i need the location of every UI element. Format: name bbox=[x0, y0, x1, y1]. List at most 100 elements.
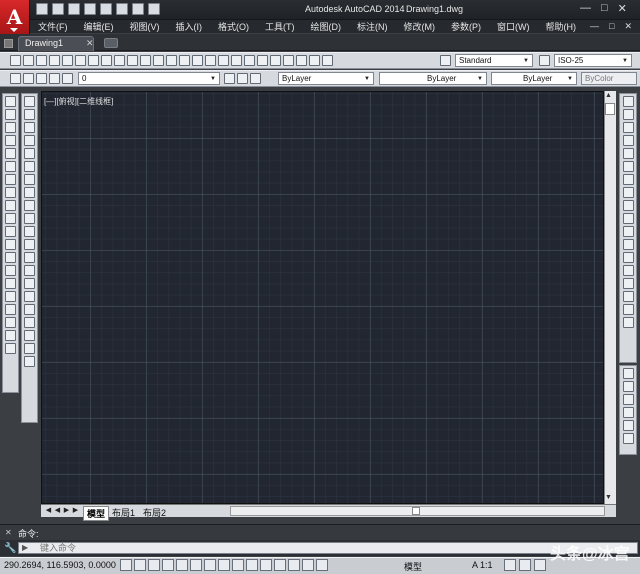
dynamic-input-icon[interactable] bbox=[246, 559, 258, 571]
workspace-gear-icon[interactable] bbox=[519, 559, 531, 571]
erase-icon[interactable] bbox=[622, 96, 634, 107]
array-icon[interactable] bbox=[622, 148, 634, 159]
polyline-icon[interactable] bbox=[5, 122, 16, 133]
menu-tools[interactable]: 工具(T) bbox=[257, 20, 303, 33]
close-icon[interactable]: ✕ bbox=[5, 528, 12, 537]
help-icon[interactable] bbox=[322, 55, 333, 66]
tab-layout1[interactable]: 布局1 bbox=[112, 506, 135, 519]
insert-block-icon[interactable] bbox=[5, 239, 16, 250]
zoom-window-icon[interactable] bbox=[218, 55, 229, 66]
close-button[interactable]: ✕ bbox=[618, 2, 627, 15]
annotation-scale[interactable]: A 1:1 bbox=[472, 560, 493, 570]
tab-model[interactable]: 模型 bbox=[83, 506, 110, 521]
infer-constraints-icon[interactable] bbox=[120, 559, 132, 571]
menu-format[interactable]: 格式(O) bbox=[210, 20, 257, 33]
tab-close-icon[interactable]: ✕ bbox=[86, 38, 94, 49]
snap-mode-icon[interactable] bbox=[134, 559, 146, 571]
scroll-up-icon[interactable]: ▲ bbox=[605, 92, 612, 99]
redo-icon[interactable] bbox=[179, 55, 190, 66]
first-layout-icon[interactable]: ◀ bbox=[44, 506, 53, 515]
plot-preview-icon[interactable] bbox=[62, 55, 73, 66]
redo-icon[interactable] bbox=[132, 3, 144, 15]
circle-icon[interactable] bbox=[5, 174, 16, 185]
menu-help[interactable]: 帮助(H) bbox=[538, 20, 585, 33]
new-file-icon[interactable] bbox=[36, 3, 48, 15]
rotate-icon[interactable] bbox=[622, 174, 634, 185]
explode-icon[interactable] bbox=[622, 317, 634, 328]
selection-cycling-icon[interactable] bbox=[302, 559, 314, 571]
object-snap-tracking-icon[interactable] bbox=[218, 559, 230, 571]
angular-icon[interactable] bbox=[24, 187, 35, 198]
horizontal-scroll-thumb[interactable] bbox=[412, 507, 420, 515]
lineweight-dropdown[interactable]: ByLayer ▼ bbox=[491, 72, 577, 85]
line-icon[interactable] bbox=[5, 96, 16, 107]
menu-edit[interactable]: 编辑(E) bbox=[76, 20, 122, 33]
design-center-icon[interactable] bbox=[257, 55, 268, 66]
zoom-previous-icon[interactable] bbox=[231, 55, 242, 66]
transparency-icon[interactable] bbox=[274, 559, 286, 571]
copy-object-icon[interactable] bbox=[622, 109, 634, 120]
application-menu-button[interactable]: A bbox=[0, 0, 30, 34]
continue-icon[interactable] bbox=[24, 226, 35, 237]
color-dropdown[interactable]: ByLayer ▼ bbox=[278, 72, 374, 85]
ordinate-icon[interactable] bbox=[24, 135, 35, 146]
vertical-scroll-thumb[interactable] bbox=[605, 103, 615, 115]
paste-icon[interactable] bbox=[127, 55, 138, 66]
copy-icon[interactable] bbox=[114, 55, 125, 66]
drawing-canvas[interactable] bbox=[41, 91, 604, 504]
dim-style-dropdown[interactable]: ISO-25 ▼ bbox=[554, 54, 632, 67]
scroll-down-icon[interactable]: ▼ bbox=[605, 494, 612, 501]
arc-icon[interactable] bbox=[5, 161, 16, 172]
mirror-icon[interactable] bbox=[622, 122, 634, 133]
construction-line-icon[interactable] bbox=[5, 109, 16, 120]
center-mark-icon[interactable] bbox=[24, 278, 35, 289]
revision-cloud-icon[interactable] bbox=[5, 187, 16, 198]
layer-dropdown[interactable]: 0 ▼ bbox=[78, 72, 220, 85]
dimension-space-icon[interactable] bbox=[24, 239, 35, 250]
diameter-icon[interactable] bbox=[24, 174, 35, 185]
maximize-button[interactable]: □ bbox=[601, 2, 608, 15]
menu-view[interactable]: 视图(V) bbox=[122, 20, 168, 33]
dimtedit-icon[interactable] bbox=[24, 330, 35, 341]
dimension-break-icon[interactable] bbox=[24, 252, 35, 263]
extend-icon[interactable] bbox=[622, 226, 634, 237]
layer-previous-icon[interactable] bbox=[237, 73, 248, 84]
radius-icon[interactable] bbox=[24, 148, 35, 159]
region-icon[interactable] bbox=[5, 304, 16, 315]
command-chevron-icon[interactable]: ▶ bbox=[22, 543, 28, 552]
cut-icon[interactable] bbox=[101, 55, 112, 66]
blend-curves-icon[interactable] bbox=[622, 304, 634, 315]
layer-states-icon[interactable] bbox=[250, 73, 261, 84]
inspection-icon[interactable] bbox=[24, 291, 35, 302]
next-layout-icon[interactable]: ▶ bbox=[62, 506, 71, 515]
rectangle-icon[interactable] bbox=[5, 148, 16, 159]
bring-to-front-icon[interactable] bbox=[622, 368, 634, 379]
make-current-layer-icon[interactable] bbox=[224, 73, 235, 84]
make-block-icon[interactable] bbox=[5, 252, 16, 263]
linear-dimension-icon[interactable] bbox=[24, 96, 35, 107]
model-space-toggle[interactable]: 模型 bbox=[404, 560, 422, 573]
scale-icon[interactable] bbox=[622, 187, 634, 198]
match-properties-icon[interactable] bbox=[140, 55, 151, 66]
dimension-edit-icon[interactable] bbox=[24, 317, 35, 328]
save-icon[interactable] bbox=[36, 55, 47, 66]
minimize-button[interactable]: — bbox=[580, 2, 591, 15]
arc-length-icon[interactable] bbox=[24, 122, 35, 133]
text-to-front-icon[interactable] bbox=[622, 420, 634, 431]
jogged-icon[interactable] bbox=[24, 161, 35, 172]
qnew-icon[interactable] bbox=[10, 55, 21, 66]
join-icon[interactable] bbox=[622, 265, 634, 276]
ellipse-arc-icon[interactable] bbox=[5, 226, 16, 237]
bring-above-icon[interactable] bbox=[622, 394, 634, 405]
doc-close-button[interactable]: ✕ bbox=[624, 21, 632, 32]
break-icon[interactable] bbox=[622, 252, 634, 263]
viewport-controls-label[interactable]: [—][俯视][二维线框] bbox=[44, 96, 113, 107]
ellipse-icon[interactable] bbox=[5, 213, 16, 224]
ortho-mode-icon[interactable] bbox=[162, 559, 174, 571]
table-icon[interactable] bbox=[5, 317, 16, 328]
3d-object-snap-icon[interactable] bbox=[204, 559, 216, 571]
save-as-icon[interactable] bbox=[84, 3, 96, 15]
grid-display-icon[interactable] bbox=[148, 559, 160, 571]
save-icon[interactable] bbox=[68, 3, 80, 15]
properties-icon[interactable] bbox=[244, 55, 255, 66]
